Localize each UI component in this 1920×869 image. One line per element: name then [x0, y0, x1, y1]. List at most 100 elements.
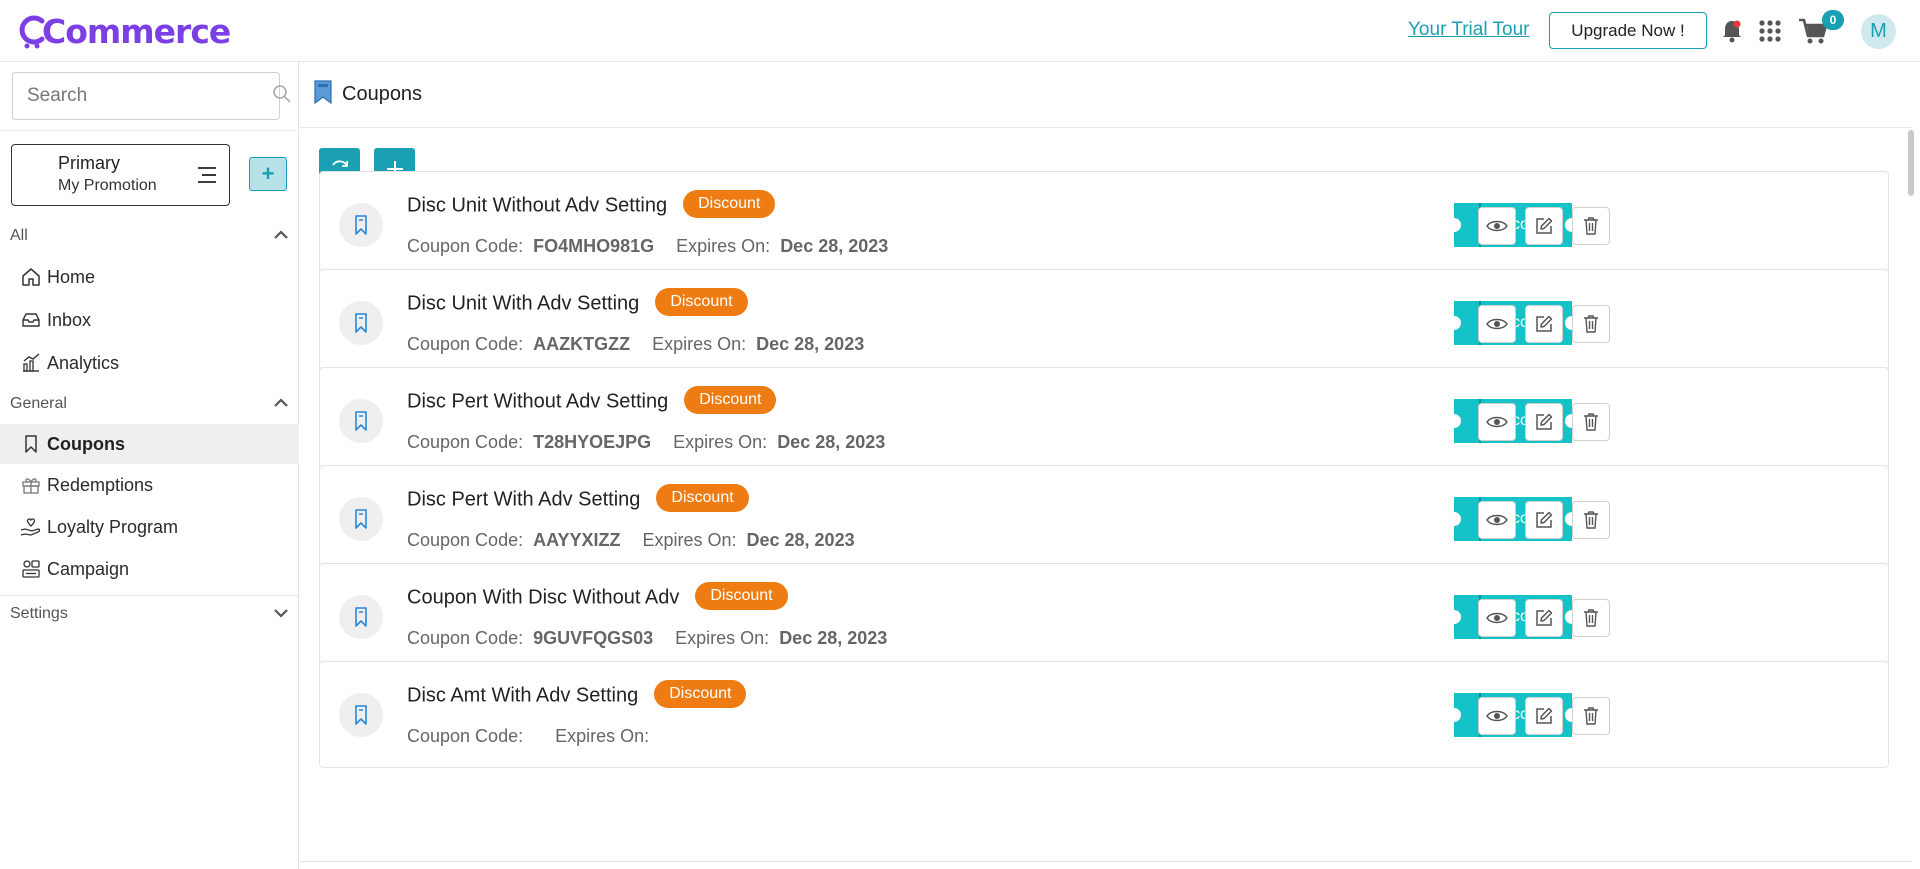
sidebar: Primary My Promotion + All Home Inbox An…: [0, 62, 299, 869]
promotion-selector[interactable]: Primary My Promotion: [11, 144, 230, 206]
add-promotion-button[interactable]: +: [249, 157, 287, 191]
coupon-name-row: Disc Unit Without Adv Setting Discount: [407, 190, 776, 220]
trash-icon: [1584, 707, 1598, 725]
analytics-icon: [20, 352, 42, 374]
view-button[interactable]: [1478, 207, 1516, 245]
scrollbar[interactable]: [1908, 130, 1914, 196]
coupon-bookmark-icon: [339, 203, 383, 247]
coupon-name-row: Disc Pert With Adv Setting Discount: [407, 484, 749, 514]
sidebar-item-campaign[interactable]: Campaign: [0, 549, 299, 589]
edit-icon: [1536, 609, 1553, 626]
sidebar-item-label: Analytics: [47, 352, 120, 373]
sidebar-item-label: Campaign: [47, 558, 130, 579]
search-input[interactable]: [27, 85, 272, 107]
nav-group-settings[interactable]: Settings: [0, 595, 299, 633]
coupon-meta: Coupon Code: 9GUVFQGS03 Expires On: Dec 28,…: [407, 628, 887, 649]
coupon-name-row: Coupon With Disc Without Adv Discount: [407, 582, 788, 612]
edit-button[interactable]: [1525, 501, 1563, 539]
coupon-type-badge: Discount: [655, 288, 748, 316]
edit-button[interactable]: [1525, 403, 1563, 441]
notification-bell-icon[interactable]: [1717, 16, 1747, 46]
sidebar-item-label: Loyalty Program: [47, 516, 179, 537]
sidebar-item-label: Redemptions: [47, 474, 154, 495]
coupon-name: Disc Pert Without Adv Setting: [407, 390, 669, 413]
edit-icon: [1536, 707, 1553, 724]
sidebar-item-coupons[interactable]: Coupons: [0, 424, 299, 464]
coupon-bookmark-icon: [339, 399, 383, 443]
coupon-bookmark-icon: [339, 595, 383, 639]
coupon-name: Disc Unit With Adv Setting: [407, 292, 640, 315]
edit-button[interactable]: [1525, 599, 1563, 637]
sidebar-item-redemptions[interactable]: Redemptions: [0, 465, 299, 505]
sidebar-item-label: Home: [47, 266, 96, 287]
search-icon[interactable]: [272, 84, 292, 109]
coupon-code-label: Coupon Code:: [407, 628, 524, 648]
search-field[interactable]: [12, 72, 291, 120]
menu-lines-icon[interactable]: [197, 166, 217, 184]
delete-button[interactable]: [1572, 207, 1610, 245]
expires-label: Expires On:: [676, 236, 771, 256]
trash-icon: [1584, 511, 1598, 529]
sidebar-item-analytics[interactable]: Analytics: [0, 343, 299, 383]
edit-button[interactable]: [1525, 207, 1563, 245]
coupon-type-badge: Discount: [684, 386, 777, 414]
coupon-card[interactable]: Disc Pert With Adv Setting Discount Coupo…: [319, 465, 1889, 572]
view-button[interactable]: [1478, 305, 1516, 343]
trial-tour-link[interactable]: Your Trial Tour: [1408, 19, 1529, 41]
nav-group-all[interactable]: All: [0, 217, 299, 255]
expires-date: Dec 28, 2023: [777, 432, 886, 452]
promotion-title: Primary: [58, 153, 120, 173]
edit-icon: [1536, 413, 1553, 430]
coupon-type-badge: Discount: [654, 680, 747, 708]
coupon-card[interactable]: Disc Amt With Adv Setting Discount Coupon…: [319, 661, 1889, 768]
edit-button[interactable]: [1525, 305, 1563, 343]
coupon-code-label: Coupon Code:: [407, 236, 524, 256]
upgrade-button[interactable]: Upgrade Now !: [1549, 12, 1707, 49]
chevron-up-icon: [273, 227, 289, 245]
delete-button[interactable]: [1572, 403, 1610, 441]
sidebar-item-loyalty-program[interactable]: Loyalty Program: [0, 507, 299, 547]
coupon-meta: Coupon Code: AAZKTGZZ Expires On: Dec 28, 2…: [407, 334, 864, 355]
campaign-icon: [20, 558, 42, 580]
eye-icon: [1486, 514, 1508, 526]
coupon-card[interactable]: Disc Unit Without Adv Setting Discount Co…: [319, 171, 1889, 278]
delete-button[interactable]: [1572, 697, 1610, 735]
coupon-name: Disc Unit Without Adv Setting: [407, 194, 668, 217]
coupon-type-badge: Discount: [683, 190, 776, 218]
sidebar-item-label: Inbox: [47, 309, 92, 330]
trash-icon: [1584, 413, 1598, 431]
expires-date: Dec 28, 2023: [756, 334, 865, 354]
coupon-code: AAZKTGZZ: [533, 334, 631, 354]
delete-button[interactable]: [1572, 599, 1610, 637]
page-header: Coupons: [300, 62, 1912, 128]
brand-logo[interactable]: Commerce: [18, 10, 231, 52]
promotion-subtitle: My Promotion: [58, 177, 157, 194]
view-button[interactable]: [1478, 697, 1516, 735]
home-icon: [20, 266, 42, 288]
eye-icon: [1486, 416, 1508, 428]
coupon-card[interactable]: Coupon With Disc Without Adv Discount Cou…: [319, 563, 1889, 670]
coupon-name: Disc Amt With Adv Setting: [407, 684, 639, 707]
coupon-bookmark-icon: [314, 80, 332, 109]
sidebar-item-inbox[interactable]: Inbox: [0, 300, 299, 340]
sidebar-item-home[interactable]: Home: [0, 257, 299, 297]
trash-icon: [1584, 217, 1598, 235]
sidebar-divider: [0, 130, 299, 131]
delete-button[interactable]: [1572, 305, 1610, 343]
view-button[interactable]: [1478, 403, 1516, 441]
expires-date: Dec 28, 2023: [746, 530, 855, 550]
delete-button[interactable]: [1572, 501, 1610, 539]
nav-group-general[interactable]: General: [0, 385, 299, 423]
coupon-code-label: Coupon Code:: [407, 334, 524, 354]
coupon-meta: Coupon Code: Expires On:: [407, 726, 659, 747]
edit-button[interactable]: [1525, 697, 1563, 735]
coupon-code: FO4MHO981G: [533, 236, 655, 256]
coupon-card[interactable]: Disc Pert Without Adv Setting Discount Co…: [319, 367, 1889, 474]
nav-group-label: All: [10, 227, 28, 244]
coupon-name-row: Disc Pert Without Adv Setting Discount: [407, 386, 777, 416]
view-button[interactable]: [1478, 599, 1516, 637]
view-button[interactable]: [1478, 501, 1516, 539]
apps-grid-icon[interactable]: [1755, 16, 1785, 46]
coupon-card[interactable]: Disc Unit With Adv Setting Discount Coupo…: [319, 269, 1889, 376]
user-avatar[interactable]: M: [1861, 14, 1896, 49]
